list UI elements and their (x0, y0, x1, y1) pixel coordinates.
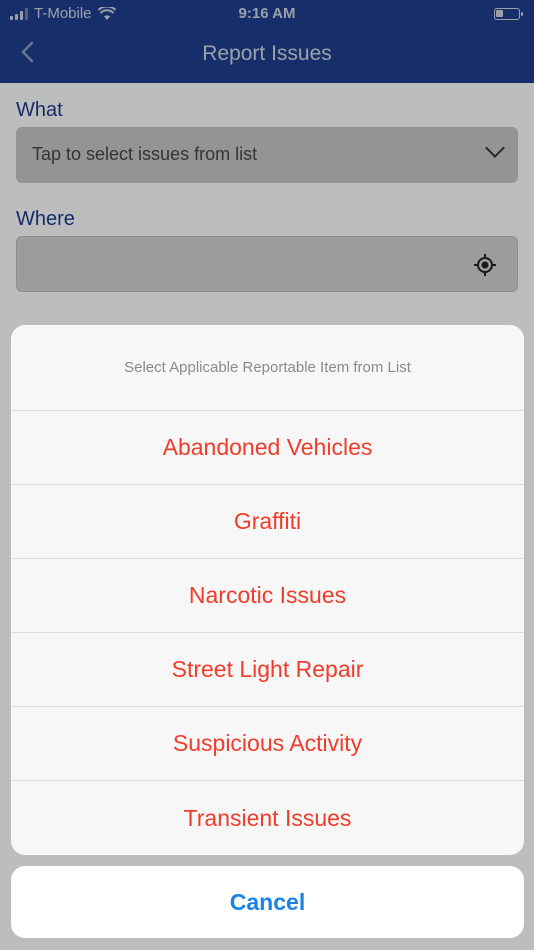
action-sheet: Select Applicable Reportable Item from L… (11, 325, 524, 855)
action-sheet-title: Select Applicable Reportable Item from L… (11, 325, 524, 411)
option-narcotic-issues[interactable]: Narcotic Issues (11, 559, 524, 633)
option-transient-issues[interactable]: Transient Issues (11, 781, 524, 855)
option-graffiti[interactable]: Graffiti (11, 485, 524, 559)
cancel-button[interactable]: Cancel (11, 866, 524, 938)
option-suspicious-activity[interactable]: Suspicious Activity (11, 707, 524, 781)
option-abandoned-vehicles[interactable]: Abandoned Vehicles (11, 411, 524, 485)
option-street-light-repair[interactable]: Street Light Repair (11, 633, 524, 707)
